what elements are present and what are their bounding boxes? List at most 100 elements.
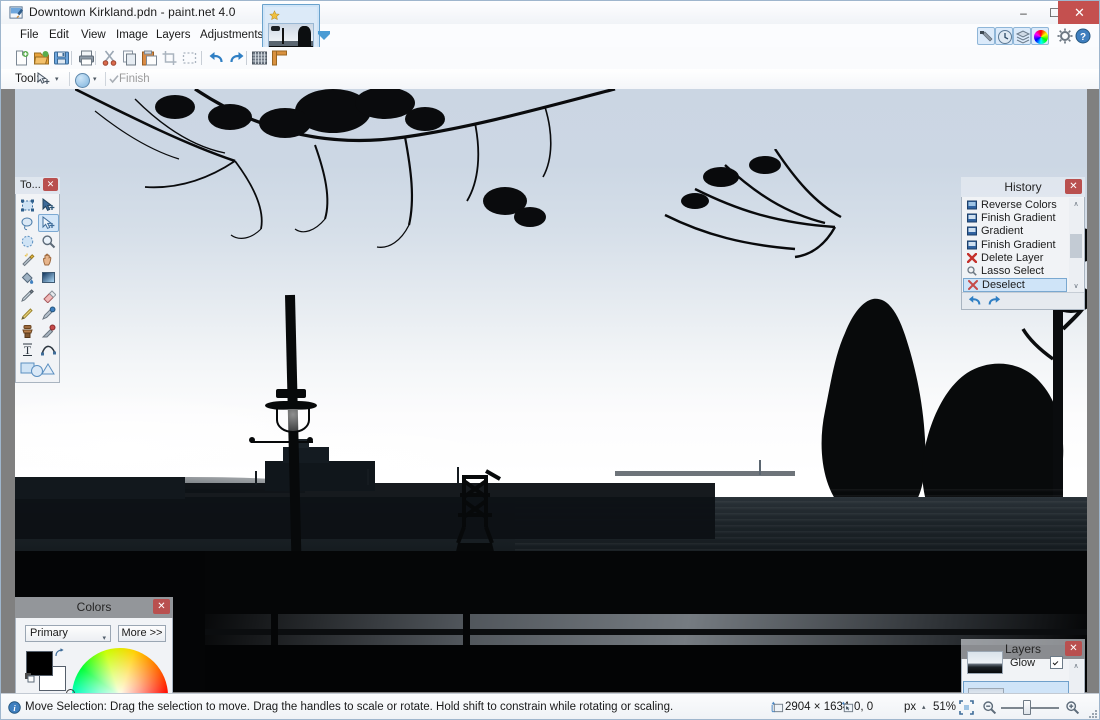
tools-grid: T <box>16 196 59 358</box>
selection-mode-dropdown-arrow[interactable]: ▾ <box>93 75 97 83</box>
menu-adjustments[interactable]: Adjustments <box>193 27 270 44</box>
zoom-slider-thumb[interactable] <box>1023 700 1031 715</box>
fit-to-window-icon[interactable] <box>959 700 974 715</box>
tool-ellipse-select[interactable] <box>17 232 38 250</box>
paste-icon[interactable] <box>141 50 158 66</box>
tool-line-curve[interactable] <box>38 340 59 358</box>
tool-clone-stamp[interactable] <box>17 322 38 340</box>
tool-color-picker[interactable] <box>38 304 59 322</box>
tool-recolor[interactable] <box>38 322 59 340</box>
units-dropdown-arrow[interactable]: ▴ <box>922 703 926 711</box>
zoom-in-icon[interactable] <box>1065 700 1080 715</box>
tool-dropdown-arrow[interactable]: ▾ <box>55 75 59 83</box>
layer-row[interactable]: Glow <box>963 644 1069 681</box>
history-scrollbar[interactable]: ∧ ∨ <box>1069 198 1083 292</box>
history-item[interactable]: Reverse Colors <box>963 198 1067 211</box>
zoom-out-icon[interactable] <box>982 700 997 715</box>
redo-icon[interactable] <box>228 50 245 66</box>
move-selection-icon[interactable] <box>37 72 51 86</box>
chevron-down-icon: ▾ <box>102 631 106 646</box>
grid-icon[interactable] <box>251 50 268 66</box>
history-item[interactable]: Gradient <box>963 225 1067 238</box>
tool-move-selection[interactable] <box>38 214 59 232</box>
tool-pencil[interactable] <box>17 304 38 322</box>
deselect-icon[interactable] <box>181 50 198 66</box>
tool-zoom[interactable] <box>38 232 59 250</box>
tool-rectangle-select[interactable] <box>17 196 38 214</box>
history-panel-close-button[interactable]: ✕ <box>1065 179 1082 194</box>
undo-icon[interactable] <box>968 294 982 308</box>
tool-eraser[interactable] <box>38 286 59 304</box>
adjustment-icon <box>967 200 977 210</box>
more-colors-button[interactable]: More >> <box>118 625 166 642</box>
close-button[interactable]: ✕ <box>1058 1 1100 24</box>
cut-icon[interactable] <box>101 50 118 66</box>
history-scrollbar-thumb[interactable] <box>1070 234 1082 258</box>
units-label[interactable]: px <box>904 701 916 713</box>
tool-lasso-select[interactable] <box>17 214 38 232</box>
colors-window-icon[interactable] <box>1031 27 1049 45</box>
document-list-dropdown-icon[interactable] <box>317 29 331 41</box>
scroll-down-icon[interactable]: ∨ <box>1069 280 1083 292</box>
new-icon[interactable] <box>13 50 30 66</box>
moored-boats <box>15 477 185 499</box>
color-wheel[interactable] <box>72 648 168 693</box>
selection-mode-replace-icon[interactable] <box>75 73 90 88</box>
swap-colors-icon[interactable] <box>54 648 64 658</box>
menu-file[interactable]: File <box>13 27 46 44</box>
tool-move-selected[interactable] <box>38 196 59 214</box>
colors-panel-header[interactable]: Colors ✕ <box>15 597 173 618</box>
ferry-hull <box>265 461 375 491</box>
print-icon[interactable] <box>78 50 95 66</box>
color-target-select[interactable]: Primary ▾ <box>25 625 111 642</box>
image-canvas[interactable] <box>15 89 1087 692</box>
history-item[interactable]: Finish Gradient <box>963 238 1067 251</box>
layers-window-icon[interactable] <box>1013 27 1031 45</box>
layer-visibility-checkbox[interactable] <box>1050 656 1063 669</box>
tool-paintbrush[interactable] <box>17 286 38 304</box>
tool-text[interactable]: T <box>17 340 38 358</box>
history-panel-header[interactable]: History ✕ <box>961 177 1085 197</box>
status-message: Move Selection: Drag the selection to mo… <box>25 701 673 713</box>
tools-panel-header[interactable]: To... ✕ <box>15 177 60 194</box>
undo-icon[interactable] <box>208 50 225 66</box>
tool-gradient[interactable] <box>38 268 59 286</box>
tools-panel-close-button[interactable]: ✕ <box>43 178 58 191</box>
history-item[interactable]: Delete Layer <box>963 251 1067 264</box>
reset-colors-icon[interactable] <box>25 673 35 683</box>
layers-scrollbar[interactable]: ∧ ∨ <box>1069 660 1083 693</box>
colors-panel-close-button[interactable]: ✕ <box>153 599 170 614</box>
open-icon[interactable] <box>33 50 50 66</box>
redo-icon[interactable] <box>987 294 1001 308</box>
zoom-level-value[interactable]: 51% <box>933 701 956 713</box>
tree-branches-silhouette <box>75 89 635 339</box>
crop-icon[interactable] <box>161 50 178 66</box>
tool-pan[interactable] <box>38 250 59 268</box>
history-item[interactable]: Lasso Select <box>963 264 1067 277</box>
tool-shapes[interactable] <box>18 359 58 379</box>
copy-icon[interactable] <box>121 50 138 66</box>
scroll-up-icon[interactable]: ∧ <box>1069 660 1083 672</box>
menu-view[interactable]: View <box>74 27 113 44</box>
tool-paint-bucket[interactable] <box>17 268 38 286</box>
tool-magic-wand[interactable] <box>17 250 38 268</box>
menu-edit[interactable]: Edit <box>42 27 76 44</box>
save-icon[interactable] <box>53 50 70 66</box>
layers-list[interactable]: GlowBackgroundBackground <box>963 644 1069 693</box>
history-list[interactable]: Reverse ColorsFinish GradientGradientFin… <box>963 198 1067 292</box>
resize-grip-icon[interactable] <box>1088 709 1098 719</box>
canvas-area[interactable]: To... ✕ <box>1 89 1100 693</box>
finish-button[interactable]: Finish <box>119 73 150 85</box>
lasso-icon <box>967 266 977 276</box>
history-item[interactable]: Finish Gradient <box>963 211 1067 224</box>
scroll-up-icon[interactable]: ∧ <box>1069 198 1083 210</box>
layer-row[interactable]: Background <box>963 681 1069 693</box>
settings-icon[interactable] <box>1056 27 1074 45</box>
help-icon[interactable]: ? <box>1074 27 1092 45</box>
menu-layers[interactable]: Layers <box>149 27 198 44</box>
history-window-icon[interactable] <box>995 27 1013 45</box>
rulers-icon[interactable] <box>271 50 288 66</box>
tools-window-icon[interactable] <box>977 27 995 45</box>
history-item[interactable]: Deselect <box>963 278 1067 292</box>
minimize-button[interactable]: – <box>1008 1 1039 24</box>
